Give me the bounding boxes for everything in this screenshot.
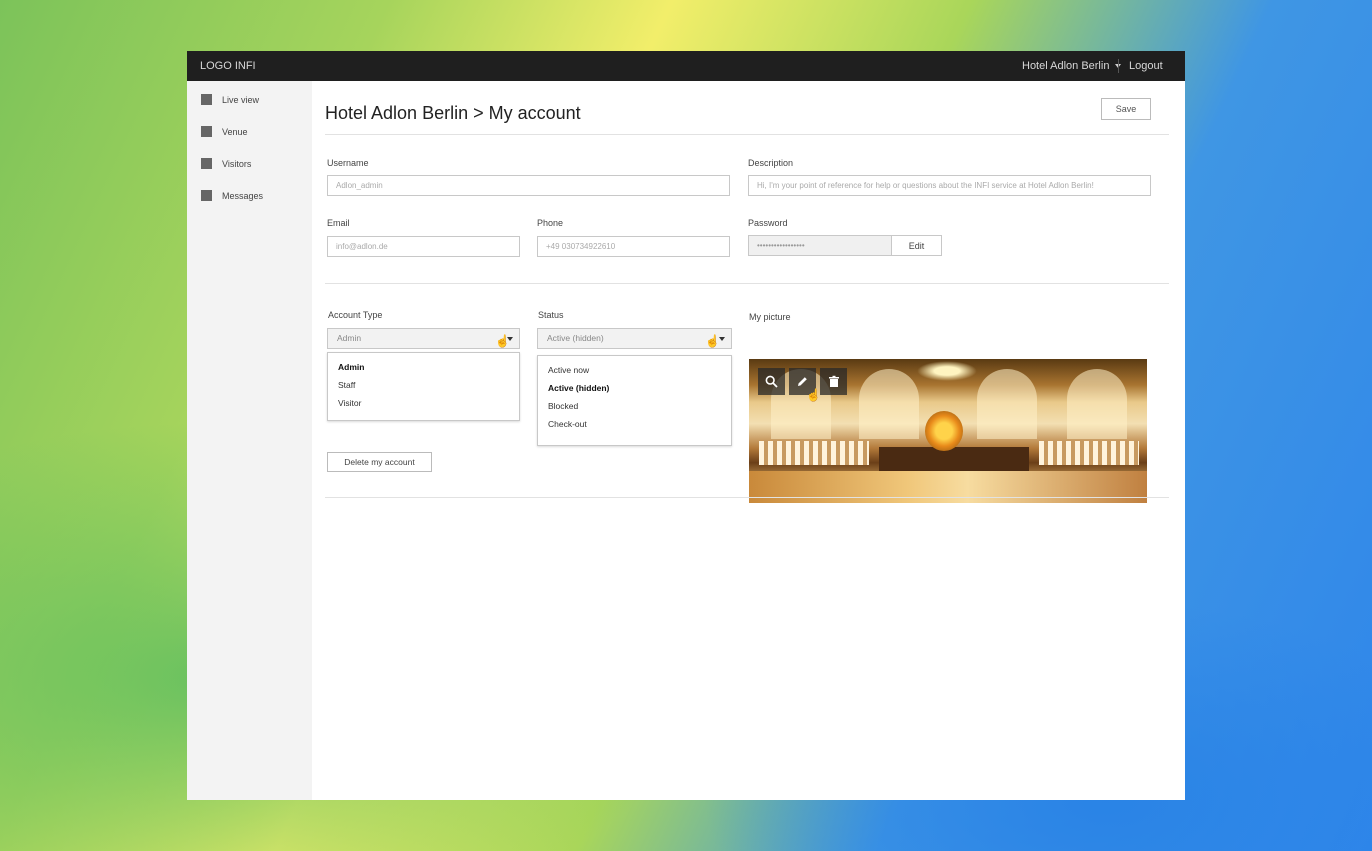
divider bbox=[325, 497, 1169, 498]
password-field: ••••••••••••••••• bbox=[748, 235, 892, 256]
top-bar: LOGO INFI Hotel Adlon Berlin Logout bbox=[187, 51, 1185, 81]
sidebar-item-label: Venue bbox=[222, 126, 248, 137]
phone-field[interactable]: +49 030734922610 bbox=[537, 236, 730, 257]
live-view-icon bbox=[201, 94, 212, 105]
hand-cursor-icon: ☝ bbox=[495, 334, 510, 348]
username-label: Username bbox=[327, 158, 369, 168]
profile-picture: ☝ bbox=[749, 359, 1147, 503]
username-field[interactable]: Adlon_admin bbox=[327, 175, 730, 196]
page-title: Hotel Adlon Berlin > My account bbox=[325, 103, 581, 123]
status-option-active-hidden[interactable]: Active (hidden) bbox=[548, 383, 609, 393]
hand-cursor-icon: ☝ bbox=[806, 388, 821, 402]
divider bbox=[325, 134, 1169, 135]
account-type-label: Account Type bbox=[328, 310, 383, 320]
status-label: Status bbox=[538, 310, 564, 320]
divider bbox=[1118, 59, 1119, 73]
sidebar-item-label: Visitors bbox=[222, 158, 252, 169]
messages-icon bbox=[201, 190, 212, 201]
account-type-selected: Admin bbox=[337, 333, 362, 343]
sidebar: Live view Venue Visitors Messages bbox=[187, 81, 312, 800]
logo: LOGO INFI bbox=[200, 60, 256, 72]
email-field[interactable]: info@adlon.de bbox=[327, 236, 520, 257]
account-type-dropdown: Admin Staff Visitor bbox=[327, 352, 520, 421]
delete-account-button[interactable]: Delete my account bbox=[327, 452, 432, 472]
account-type-option-admin[interactable]: Admin bbox=[338, 362, 364, 372]
divider bbox=[325, 283, 1169, 284]
sidebar-item-messages[interactable]: Messages bbox=[201, 190, 263, 201]
status-dropdown: Active now Active (hidden) Blocked Check… bbox=[537, 355, 732, 446]
sidebar-item-live-view[interactable]: Live view bbox=[201, 94, 259, 105]
description-field[interactable]: Hi, I'm your point of reference for help… bbox=[748, 175, 1151, 196]
status-selected: Active (hidden) bbox=[547, 333, 604, 343]
save-button[interactable]: Save bbox=[1101, 98, 1151, 120]
my-picture-label: My picture bbox=[749, 312, 791, 322]
account-menu[interactable]: Hotel Adlon Berlin bbox=[1022, 60, 1122, 72]
sidebar-item-visitors[interactable]: Visitors bbox=[201, 158, 251, 169]
sidebar-item-label: Messages bbox=[222, 190, 264, 201]
phone-label: Phone bbox=[537, 218, 564, 228]
status-select[interactable]: Active (hidden) bbox=[537, 328, 732, 349]
zoom-icon[interactable] bbox=[758, 368, 785, 395]
password-label: Password bbox=[748, 218, 788, 228]
trash-icon[interactable] bbox=[820, 368, 847, 395]
status-option-check-out[interactable]: Check-out bbox=[548, 419, 587, 429]
sidebar-item-label: Live view bbox=[222, 94, 260, 105]
account-name: Hotel Adlon Berlin bbox=[1022, 60, 1110, 72]
account-type-select[interactable]: Admin bbox=[327, 328, 520, 349]
description-label: Description bbox=[748, 158, 794, 168]
status-option-active-now[interactable]: Active now bbox=[548, 365, 589, 375]
app-window: LOGO INFI Hotel Adlon Berlin Logout Live… bbox=[187, 51, 1185, 800]
email-label: Email bbox=[327, 218, 350, 228]
edit-password-button[interactable]: Edit bbox=[891, 235, 942, 256]
logout-link[interactable]: Logout bbox=[1129, 60, 1163, 72]
venue-icon bbox=[201, 126, 212, 137]
sidebar-item-venue[interactable]: Venue bbox=[201, 126, 248, 137]
account-type-option-visitor[interactable]: Visitor bbox=[338, 398, 361, 408]
status-option-blocked[interactable]: Blocked bbox=[548, 401, 578, 411]
visitors-icon bbox=[201, 158, 212, 169]
hand-cursor-icon: ☝ bbox=[705, 334, 720, 348]
account-type-option-staff[interactable]: Staff bbox=[338, 380, 355, 390]
